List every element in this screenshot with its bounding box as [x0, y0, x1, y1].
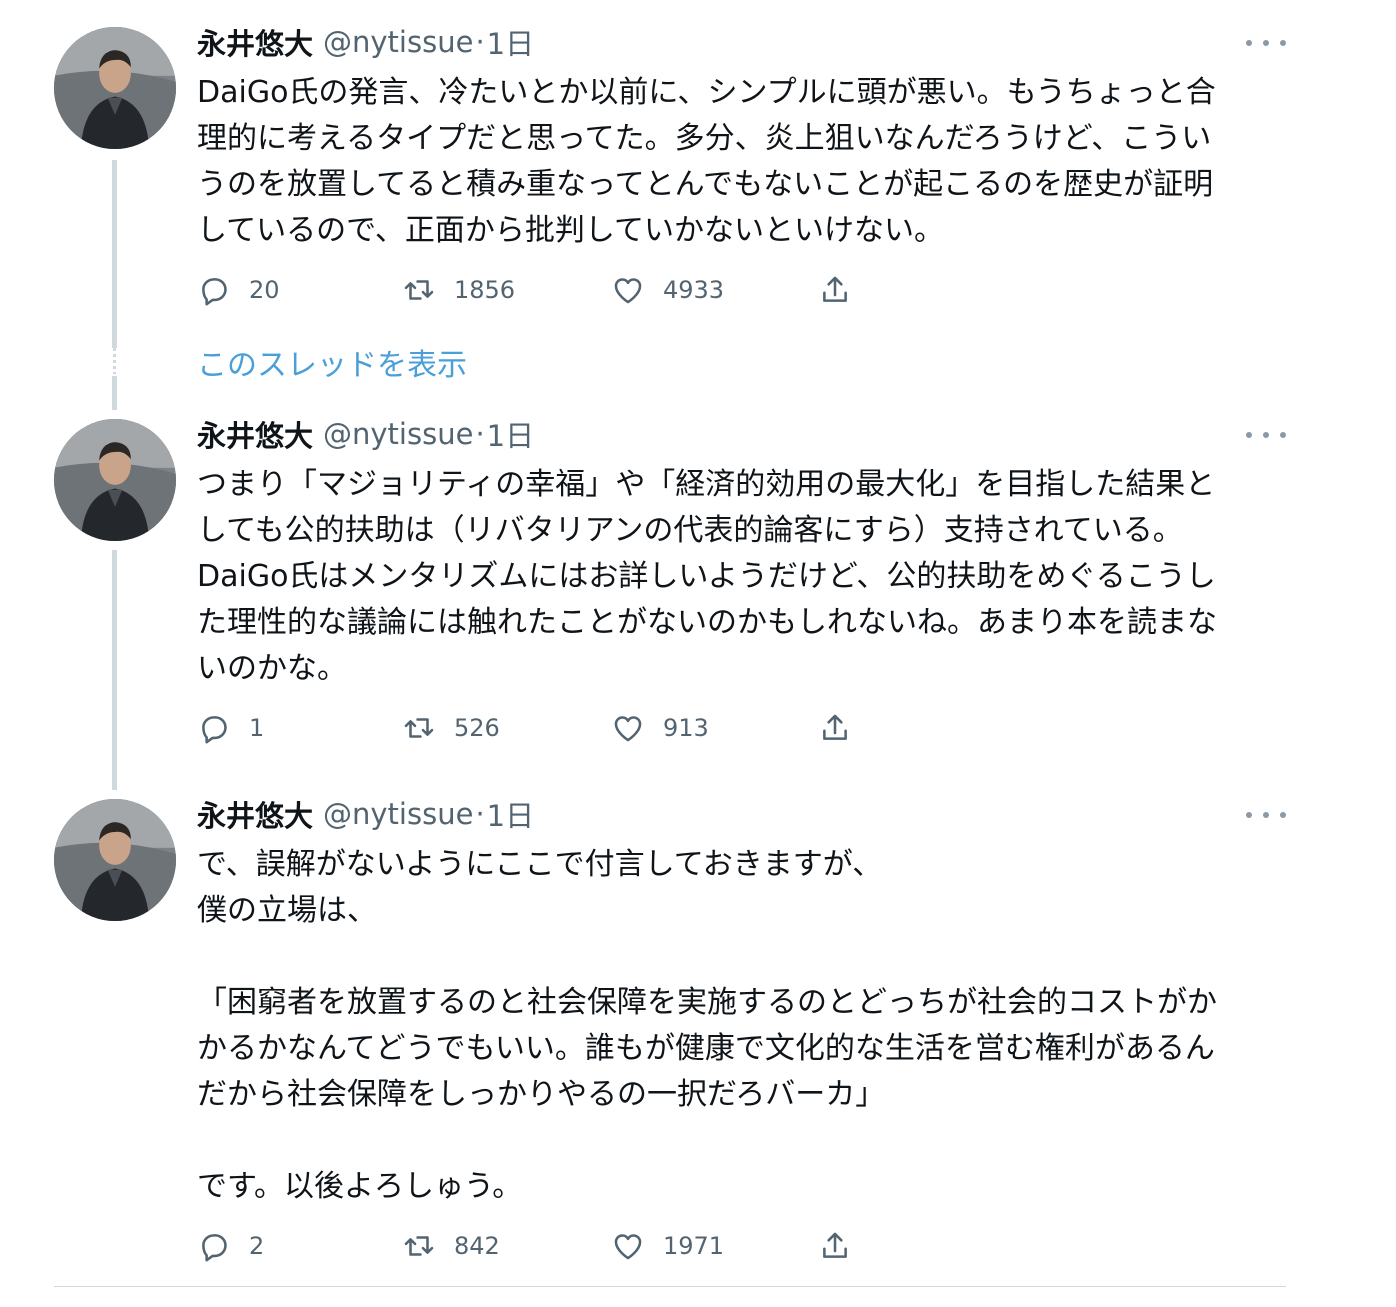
reply-icon [202, 278, 227, 306]
tweet-text: で、誤解がないようにここで付言しておきますが、 僕の立場は、 「困窮者を放置する… [197, 847, 1217, 1204]
tweet-text: DaiGo氏の発言、冷たいとか以前に、シンプルに頭が悪い。もうちょっと合 理的に… [197, 75, 1216, 248]
tweet-actions: 20 1856 4933 [197, 272, 897, 308]
share-icon [823, 714, 847, 740]
avatar[interactable] [54, 419, 176, 541]
avatar-photo [54, 27, 176, 149]
avatar[interactable] [54, 799, 176, 921]
retweet-icon [404, 1236, 434, 1256]
retweet-count: 526 [454, 714, 500, 742]
share-icon [823, 276, 847, 302]
tweet-header: 永井悠大 @nytissue · 1日 [197, 414, 534, 454]
like-icon [614, 1234, 642, 1260]
timestamp[interactable]: 1日 [487, 793, 534, 835]
like-icon [614, 716, 642, 742]
share-icon [823, 1232, 847, 1258]
avatar-photo [54, 799, 176, 921]
like-button[interactable]: 4933 [611, 272, 724, 308]
share-button[interactable] [818, 710, 852, 746]
display-name[interactable]: 永井悠大 [197, 793, 313, 835]
timestamp[interactable]: 1日 [487, 21, 534, 63]
like-button[interactable]: 1971 [611, 1228, 724, 1264]
separator-dot: · [475, 417, 485, 451]
thread-line [112, 160, 117, 348]
retweet-button[interactable]: 842 [402, 1228, 500, 1264]
tweet-text: つまり「マジョリティの幸福」や「経済的効用の最大化」を目指した結果と しても公的… [197, 467, 1217, 686]
retweet-count: 842 [454, 1232, 500, 1260]
retweet-icon [404, 280, 434, 300]
user-handle[interactable]: @nytissue [323, 25, 473, 59]
display-name[interactable]: 永井悠大 [197, 413, 313, 455]
more-options-icon[interactable] [1246, 33, 1286, 53]
thread-line [112, 376, 117, 410]
reply-count: 2 [249, 1232, 265, 1260]
reply-button[interactable]: 2 [197, 1228, 264, 1264]
tweet-header: 永井悠大 @nytissue · 1日 [197, 22, 534, 62]
like-icon [614, 278, 642, 304]
retweet-button[interactable]: 526 [402, 710, 500, 746]
reply-button[interactable]: 1 [197, 710, 264, 746]
avatar-photo [54, 419, 176, 541]
retweet-icon [404, 718, 434, 738]
like-count: 913 [663, 714, 709, 742]
like-button[interactable]: 913 [611, 710, 709, 746]
share-button[interactable] [818, 1228, 852, 1264]
timestamp[interactable]: 1日 [487, 413, 534, 455]
share-button[interactable] [818, 272, 852, 308]
reply-count: 20 [249, 276, 280, 304]
thread-gap-dots [113, 348, 116, 374]
reply-icon [202, 1234, 227, 1262]
divider [54, 1286, 1286, 1287]
tweet-actions: 2 842 1971 [197, 1228, 897, 1264]
like-count: 1971 [663, 1232, 725, 1260]
display-name[interactable]: 永井悠大 [197, 21, 313, 63]
retweet-button[interactable]: 1856 [402, 272, 515, 308]
retweet-count: 1856 [454, 276, 516, 304]
show-thread-link[interactable]: このスレッドを表示 [197, 340, 467, 384]
more-options-icon[interactable] [1246, 805, 1286, 825]
tweet-actions: 1 526 913 [197, 710, 897, 746]
user-handle[interactable]: @nytissue [323, 797, 473, 831]
separator-dot: · [475, 25, 485, 59]
separator-dot: · [475, 797, 485, 831]
reply-count: 1 [249, 714, 265, 742]
more-options-icon[interactable] [1246, 425, 1286, 445]
thread-line [112, 550, 117, 790]
user-handle[interactable]: @nytissue [323, 417, 473, 451]
avatar[interactable] [54, 27, 176, 149]
tweet-header: 永井悠大 @nytissue · 1日 [197, 794, 534, 834]
like-count: 4933 [663, 276, 725, 304]
reply-button[interactable]: 20 [197, 272, 280, 308]
reply-icon [202, 716, 227, 744]
